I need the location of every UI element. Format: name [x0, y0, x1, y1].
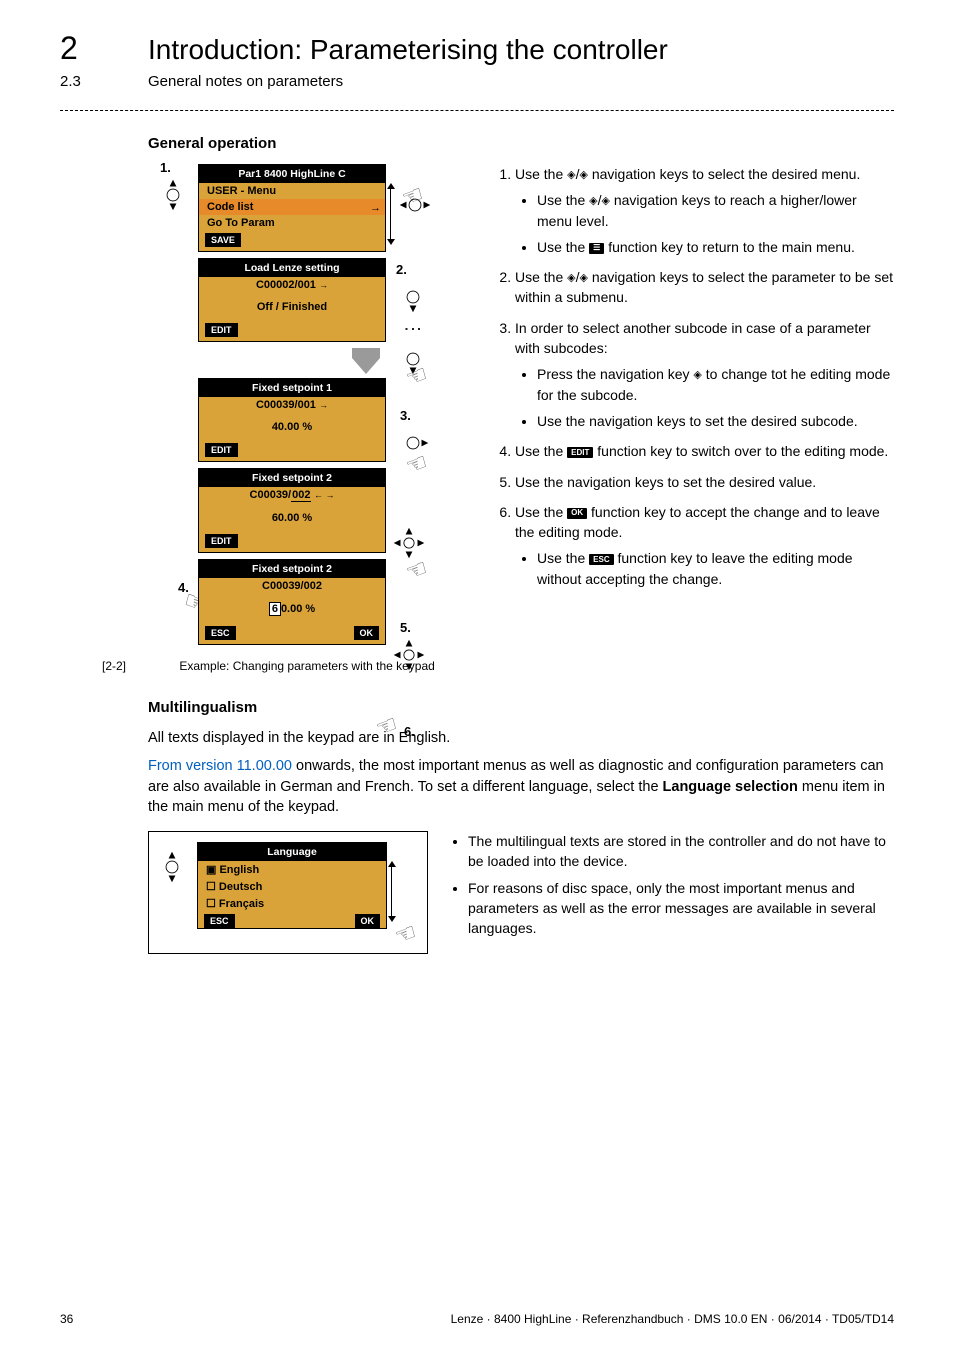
- language-figure: Language ▣ English ☐ Deutsch ☐ Français …: [148, 831, 428, 954]
- instruction-1: Use the ◈/◈ navigation keys to select th…: [515, 164, 894, 257]
- footer-info: Lenze · 8400 HighLine · Referenzhandbuch…: [451, 1312, 894, 1326]
- step-6-label: 6.: [404, 724, 415, 739]
- panel4-title: Fixed setpoint 2: [199, 469, 385, 487]
- panel4-code: C00039/002 ← →: [199, 487, 385, 504]
- version-link[interactable]: From version 11.00.00: [148, 758, 292, 774]
- panel5-code: C00039/002: [199, 578, 385, 594]
- dots-icon: ⋮: [402, 320, 424, 336]
- ok-chip: OK: [354, 626, 380, 640]
- multilingualism-p2: From version 11.00.00 onwards, the most …: [148, 756, 894, 817]
- panel3-title: Fixed setpoint 1: [199, 379, 385, 397]
- nav-right-icon: ◈: [602, 196, 610, 207]
- figure-ref: [2-2]: [102, 659, 176, 673]
- arrow-right-icon: →: [370, 202, 381, 214]
- instruction-4: Use the EDIT function key to switch over…: [515, 441, 894, 461]
- panel5-title: Fixed setpoint 2: [199, 560, 385, 578]
- chapter-title: Introduction: Parameterising the control…: [148, 34, 668, 66]
- panel3-value: 40.00 %: [199, 413, 385, 441]
- edit-key-icon: EDIT: [567, 447, 593, 458]
- panel5-value: 60.00 %: [199, 594, 385, 624]
- instruction-5: Use the navigation keys to set the desir…: [515, 472, 894, 492]
- step-1-label: 1.: [160, 160, 171, 175]
- esc-chip: ESC: [204, 914, 235, 928]
- dpad-icon: [398, 188, 432, 222]
- edit-chip: EDIT: [205, 534, 238, 548]
- lang-deutsch: ☐ Deutsch: [198, 878, 386, 895]
- instruction-3: In order to select another subcode in ca…: [515, 318, 894, 431]
- panel1-row2: Code list→: [199, 199, 385, 215]
- panel1-row3: Go To Param: [199, 215, 385, 231]
- dpad-icon: [156, 178, 190, 212]
- panel2-code: C00002/001 →: [199, 277, 385, 293]
- panel-fixed-setpoint-2a: Fixed setpoint 2 C00039/002 ← → 60.00 % …: [198, 468, 386, 553]
- nav-down-icon: ◈: [580, 170, 588, 181]
- panel-load-lenze: Load Lenze setting C00002/001 → Off / Fi…: [198, 258, 386, 342]
- lang-francais: ☐ Français: [198, 895, 386, 912]
- keypad-procedure-figure: Par1 8400 HighLine C USER - Menu Code li…: [148, 164, 473, 651]
- dpad-icon: [396, 280, 430, 314]
- nav-left-icon: ◈: [589, 196, 597, 207]
- hand-icon: ☜: [402, 553, 432, 588]
- esc-chip: ESC: [205, 626, 236, 640]
- panel-main-menu: Par1 8400 HighLine C USER - Menu Code li…: [198, 164, 386, 252]
- dpad-full-icon: [392, 638, 426, 672]
- panel4-value: 60.00 %: [199, 504, 385, 532]
- panel2-title: Load Lenze setting: [199, 259, 385, 277]
- multilingualism-p1: All texts displayed in the keypad are in…: [148, 728, 894, 748]
- esc-key-icon: ESC: [589, 554, 613, 565]
- panel3-code: C00039/001 →: [199, 397, 385, 413]
- page-number: 36: [60, 1312, 73, 1326]
- panel-fixed-setpoint-2b: Fixed setpoint 2 C00039/002 60.00 % ESC …: [198, 559, 386, 645]
- divider: [60, 110, 894, 111]
- lang-bullet-1: The multilingual texts are stored in the…: [468, 831, 894, 872]
- lang-english: ▣ English: [198, 861, 386, 878]
- panel1-row1: USER - Menu: [199, 183, 385, 199]
- hand-icon: ☜: [391, 917, 421, 952]
- panel-fixed-setpoint-1: Fixed setpoint 1 C00039/001 → 40.00 % ED…: [198, 378, 386, 462]
- menu-key-icon: ☰: [589, 243, 604, 254]
- instructions-column: Use the ◈/◈ navigation keys to select th…: [497, 164, 894, 599]
- instruction-6: Use the OK function key to accept the ch…: [515, 502, 894, 589]
- nav-down-icon: ◈: [580, 273, 588, 284]
- lang-bullet-2: For reasons of disc space, only the most…: [468, 878, 894, 939]
- general-operation-heading: General operation: [148, 135, 894, 152]
- save-chip: SAVE: [205, 233, 241, 247]
- step-5-label: 5.: [400, 620, 411, 635]
- nav-up-icon: ◈: [567, 170, 575, 181]
- instruction-2: Use the ◈/◈ navigation keys to select th…: [515, 267, 894, 308]
- edit-chip: EDIT: [205, 323, 238, 337]
- nav-right-icon: ◈: [693, 370, 701, 381]
- lang-title: Language: [198, 843, 386, 861]
- nav-up-icon: ◈: [567, 273, 575, 284]
- dpad-icon: [155, 850, 189, 884]
- section-title: General notes on parameters: [148, 73, 343, 90]
- ok-chip: OK: [355, 914, 381, 928]
- edit-chip: EDIT: [205, 443, 238, 457]
- panel1-title: Par1 8400 HighLine C: [199, 165, 385, 183]
- chapter-number: 2: [60, 30, 100, 67]
- ok-key-icon: OK: [567, 508, 587, 519]
- step-3-label: 3.: [400, 408, 411, 423]
- panel2-status: Off / Finished: [199, 293, 385, 321]
- multilingualism-heading: Multilingualism: [148, 699, 894, 716]
- section-number: 2.3: [60, 73, 100, 90]
- step-2-label: 2.: [396, 262, 407, 277]
